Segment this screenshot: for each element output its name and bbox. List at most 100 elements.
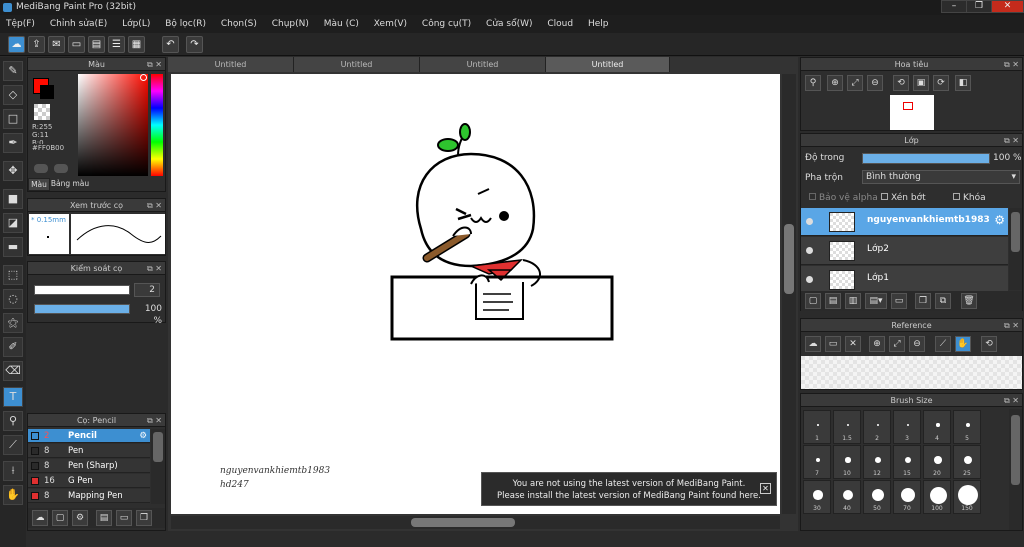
layer-row[interactable]: Lớp2 bbox=[801, 237, 1008, 265]
brush-opacity-slider[interactable] bbox=[34, 304, 130, 314]
comment-icon[interactable]: ✉ bbox=[48, 36, 65, 53]
rotate-icon[interactable]: ⟲ bbox=[893, 75, 909, 91]
eraser-tool-icon[interactable]: ◇ bbox=[3, 85, 23, 105]
saturation-value-picker[interactable] bbox=[78, 74, 148, 176]
menu-cloud[interactable]: Cloud bbox=[541, 15, 579, 33]
reference-cloud-icon[interactable]: ☁ bbox=[805, 336, 821, 352]
duplicate-layer-icon[interactable]: ❐ bbox=[915, 293, 931, 309]
panel-close-icon[interactable]: ⧉ ✕ bbox=[147, 199, 162, 212]
hand-tool-icon[interactable]: ✋ bbox=[3, 485, 23, 505]
brush-size-cell[interactable]: 12 bbox=[863, 445, 891, 479]
panel-close-icon[interactable]: ⧉ ✕ bbox=[1004, 134, 1019, 147]
tab-untitled-1[interactable]: Untitled bbox=[168, 57, 294, 72]
brush-list-item[interactable]: 8 Mapping Pen bbox=[28, 489, 150, 503]
layer-list-scrollbar[interactable] bbox=[1009, 208, 1022, 290]
delete-layer-icon[interactable]: 🗑 bbox=[961, 293, 977, 309]
tab-untitled-4[interactable]: Untitled bbox=[546, 57, 670, 72]
menu-help[interactable]: Help bbox=[582, 15, 615, 33]
brush-list-item[interactable]: 2 Pencil ⚙ bbox=[28, 429, 150, 443]
menu-edit[interactable]: Chỉnh sửa(E) bbox=[44, 15, 113, 33]
cloud-brush-icon[interactable]: ☁ bbox=[32, 510, 48, 526]
protect-alpha-checkbox[interactable]: Bảo vệ alpha bbox=[809, 192, 878, 204]
brush-size-cell[interactable]: 20 bbox=[923, 445, 951, 479]
lasso-icon[interactable]: ◌ bbox=[3, 289, 23, 309]
reference-open-icon[interactable]: ▭ bbox=[825, 336, 841, 352]
brush-size-cell[interactable]: 4 bbox=[923, 410, 951, 444]
zoom-out-icon[interactable]: ⊖ bbox=[867, 75, 883, 91]
lock-checkbox[interactable]: Khóa bbox=[953, 192, 986, 204]
drawing-canvas[interactable]: nguyenvankhiemtb1983 hd247 You are not u… bbox=[171, 74, 780, 514]
page-icon[interactable]: ▤ bbox=[88, 36, 105, 53]
new-8bit-layer-icon[interactable]: ▥ bbox=[845, 293, 861, 309]
brush-size-cell[interactable]: 2 bbox=[863, 410, 891, 444]
menu-window[interactable]: Cửa sổ(W) bbox=[480, 15, 538, 33]
brush-size-cell[interactable]: 40 bbox=[833, 480, 861, 514]
brush-folder-icon[interactable]: ▭ bbox=[116, 510, 132, 526]
select-pen-icon[interactable]: ✐ bbox=[3, 337, 23, 357]
reference-view[interactable] bbox=[801, 356, 1022, 389]
operation-tool-icon[interactable]: ⚲ bbox=[3, 411, 23, 431]
chat-icon[interactable]: ▭ bbox=[68, 36, 85, 53]
menu-filter[interactable]: Bộ lọc(R) bbox=[159, 15, 212, 33]
brush-edit-icon[interactable]: ▤ bbox=[96, 510, 112, 526]
brush-size-cell[interactable]: 15 bbox=[893, 445, 921, 479]
brush-size-cell[interactable]: 1 bbox=[803, 410, 831, 444]
reference-eyedropper-icon[interactable]: ⟋ bbox=[935, 336, 951, 352]
select-eraser-icon[interactable]: ⌫ bbox=[3, 361, 23, 381]
brush-tool-icon[interactable]: ✎ bbox=[3, 61, 23, 81]
menu-layer[interactable]: Lớp(L) bbox=[116, 15, 156, 33]
flip-icon[interactable]: ◧ bbox=[955, 75, 971, 91]
menu-select[interactable]: Chọn(S) bbox=[215, 15, 263, 33]
navigator-thumbnail[interactable] bbox=[890, 95, 934, 130]
brush-size-cell[interactable]: 100 bbox=[923, 480, 951, 514]
panel-close-icon[interactable]: ⧉ ✕ bbox=[1004, 319, 1019, 332]
color-option-b-icon[interactable] bbox=[54, 164, 68, 173]
bucket-tool-icon[interactable]: ◪ bbox=[3, 213, 23, 233]
brush-size-slider[interactable] bbox=[34, 285, 130, 295]
menu-view[interactable]: Xem(V) bbox=[368, 15, 413, 33]
pen-tool-icon[interactable]: ✒ bbox=[3, 133, 23, 153]
dropper-icon[interactable]: ⟊ bbox=[3, 461, 23, 481]
eye-icon[interactable] bbox=[806, 276, 813, 283]
minimize-button[interactable]: – bbox=[941, 0, 967, 13]
gear-icon[interactable]: ⚙ bbox=[139, 429, 147, 443]
reference-fit-icon[interactable]: ⤢ bbox=[889, 336, 905, 352]
upload-icon[interactable]: ⇪ bbox=[28, 36, 45, 53]
reset-view-icon[interactable]: ▣ bbox=[913, 75, 929, 91]
brush-size-cell[interactable]: 1.5 bbox=[833, 410, 861, 444]
rect-tool-icon[interactable]: □ bbox=[3, 109, 23, 129]
reference-hand-icon[interactable]: ✋ bbox=[955, 336, 971, 352]
brush-size-cell[interactable]: 5 bbox=[953, 410, 981, 444]
list-icon[interactable]: ☰ bbox=[108, 36, 125, 53]
brush-size-cell[interactable]: 25 bbox=[953, 445, 981, 479]
brush-size-cell[interactable]: 150 bbox=[953, 480, 981, 514]
secondary-color-swatch[interactable] bbox=[40, 85, 54, 99]
zoom-icon[interactable]: ⚲ bbox=[805, 75, 821, 91]
grid-icon[interactable]: ▦ bbox=[128, 36, 145, 53]
brush-list-item[interactable]: 8 Pen bbox=[28, 444, 150, 458]
brush-settings-icon[interactable]: ⚙ bbox=[72, 510, 88, 526]
select-rect-icon[interactable]: ⬚ bbox=[3, 265, 23, 285]
layer-row[interactable]: nguyenvankhiemtb1983 ⚙ bbox=[801, 208, 1008, 236]
rotate-right-icon[interactable]: ⟳ bbox=[933, 75, 949, 91]
canvas-horizontal-scrollbar[interactable] bbox=[171, 516, 780, 529]
reference-zoom-in-icon[interactable]: ⊕ bbox=[869, 336, 885, 352]
brush-list-item[interactable]: 16 G Pen bbox=[28, 474, 150, 488]
tab-untitled-2[interactable]: Untitled bbox=[294, 57, 420, 72]
tab-color[interactable]: Màu bbox=[28, 178, 50, 191]
eyedropper-icon[interactable]: ⟋ bbox=[3, 435, 23, 455]
cloud-icon[interactable]: ☁ bbox=[8, 36, 25, 53]
brush-size-cell[interactable]: 50 bbox=[863, 480, 891, 514]
layer-folder-icon[interactable]: ▭ bbox=[891, 293, 907, 309]
transparent-swatch[interactable] bbox=[34, 104, 50, 120]
panel-close-icon[interactable]: ⧉ ✕ bbox=[147, 414, 162, 427]
redo-icon[interactable]: ↷ bbox=[186, 36, 203, 53]
undo-icon[interactable]: ↶ bbox=[162, 36, 179, 53]
reference-rotate-icon[interactable]: ⟲ bbox=[981, 336, 997, 352]
zoom-in-icon[interactable]: ⊕ bbox=[827, 75, 843, 91]
panel-close-icon[interactable]: ⧉ ✕ bbox=[147, 58, 162, 71]
brush-size-cell[interactable]: 10 bbox=[833, 445, 861, 479]
brush-list-scrollbar[interactable] bbox=[151, 429, 165, 504]
new-layer-icon[interactable]: ▢ bbox=[805, 293, 821, 309]
brush-size-cell[interactable]: 30 bbox=[803, 480, 831, 514]
